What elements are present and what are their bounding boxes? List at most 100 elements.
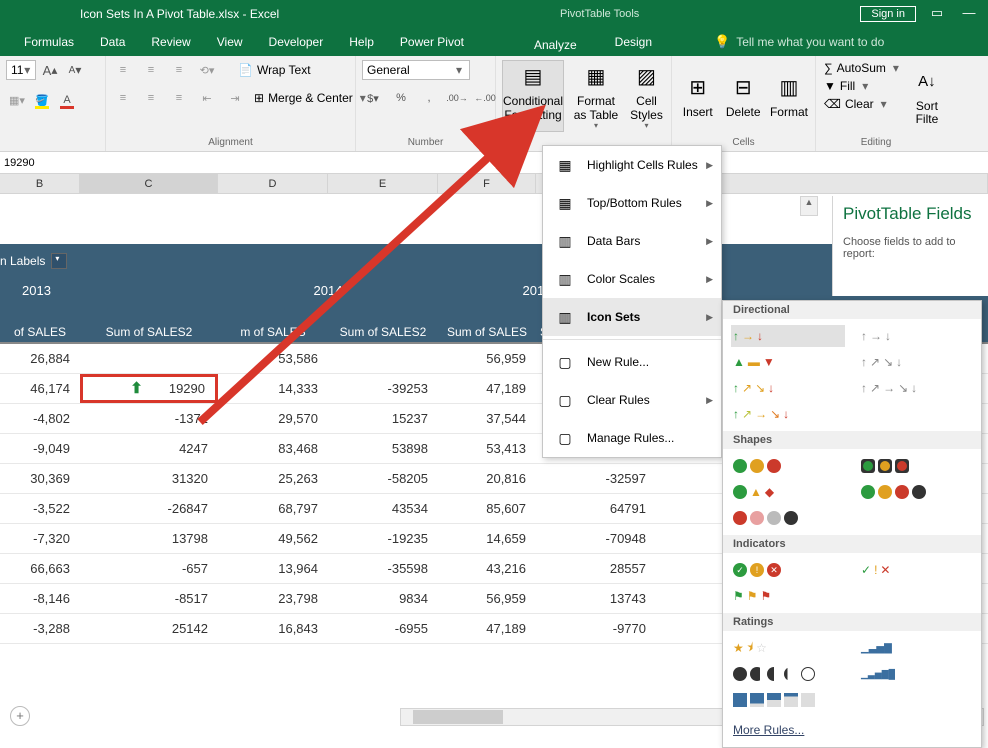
comma-icon[interactable]: , <box>418 88 440 108</box>
percent-icon[interactable]: % <box>390 88 412 108</box>
border-icon[interactable]: ▦▾ <box>6 90 28 110</box>
new-sheet-button[interactable]: + <box>10 706 30 726</box>
tell-me[interactable]: 💡Tell me what you want to do <box>714 34 884 50</box>
cell[interactable]: 26,884 <box>0 344 80 373</box>
cf-manage-rules[interactable]: ▢Manage Rules... <box>543 419 721 457</box>
hscroll-thumb[interactable] <box>413 710 503 724</box>
align-top-icon[interactable]: ≡ <box>112 60 134 80</box>
font-color-icon[interactable]: A <box>56 90 78 110</box>
cell[interactable]: -9770 <box>536 614 656 643</box>
formula-value[interactable]: 19290 <box>0 157 988 169</box>
cell[interactable]: 25,263 <box>218 464 328 493</box>
cell[interactable]: 53,413 <box>438 434 536 463</box>
number-format-box[interactable]: General▾ <box>362 60 470 80</box>
cell[interactable]: -19235 <box>328 524 438 553</box>
cell[interactable]: 85,607 <box>438 494 536 523</box>
minimize-icon[interactable]: — <box>958 5 980 23</box>
fill-color-icon[interactable]: 🪣 <box>31 90 53 110</box>
cell[interactable]: 49,562 <box>218 524 328 553</box>
cell[interactable]: -9,049 <box>0 434 80 463</box>
sort-filter-button[interactable]: A↓Sort Filte <box>910 60 944 132</box>
cell[interactable]: 28557 <box>536 554 656 583</box>
accounting-icon[interactable]: $▾ <box>362 88 384 108</box>
ribbon-display-icon[interactable]: ▭ <box>926 5 948 23</box>
cell[interactable]: 56,959 <box>438 344 536 373</box>
colhdr-b[interactable]: B <box>0 174 80 193</box>
align-left-icon[interactable]: ≡ <box>112 88 134 108</box>
cell[interactable]: ⬆19290 <box>80 374 218 403</box>
cell[interactable]: 29,570 <box>218 404 328 433</box>
cell[interactable]: 47,189 <box>438 374 536 403</box>
indent-dec-icon[interactable]: ⇤ <box>196 88 218 108</box>
cell-styles-button[interactable]: ▨ Cell Styles▾ <box>628 60 665 132</box>
cell[interactable]: -26847 <box>80 494 218 523</box>
tab-data[interactable]: Data <box>100 35 125 49</box>
cell[interactable]: 64791 <box>536 494 656 523</box>
cell[interactable]: -58205 <box>328 464 438 493</box>
cell[interactable]: 53898 <box>328 434 438 463</box>
vertical-scrollbar[interactable]: ▲ <box>800 196 818 216</box>
iconset-4arrows-color[interactable]: ↑↗↘↓ <box>731 377 845 399</box>
cell[interactable]: 43534 <box>328 494 438 523</box>
colhdr-c[interactable]: C <box>80 174 218 193</box>
tab-developer[interactable]: Developer <box>269 35 324 49</box>
iconset-5ratings-bars[interactable]: ▁▃▅▇█ <box>859 663 973 685</box>
iconset-3stars[interactable]: ★⯨☆ <box>731 637 845 659</box>
scroll-up-icon[interactable]: ▲ <box>801 197 817 207</box>
iconset-5quarters[interactable] <box>731 663 845 685</box>
cell[interactable]: -4,802 <box>0 404 80 433</box>
increase-decimal-icon[interactable]: .00→ <box>446 88 468 108</box>
iconset-3signs[interactable]: ▲◆ <box>731 481 845 503</box>
cell[interactable]: -35598 <box>328 554 438 583</box>
cell[interactable]: 9834 <box>328 584 438 613</box>
iconset-3trafficlights[interactable] <box>731 455 845 477</box>
cell[interactable]: 43,216 <box>438 554 536 583</box>
autosum-button[interactable]: ∑AutoSum▾ <box>822 60 904 76</box>
cell[interactable]: 15237 <box>328 404 438 433</box>
cell[interactable]: -8517 <box>80 584 218 613</box>
iconset-3symbols-circled[interactable]: ✓!✕ <box>731 559 845 581</box>
cell[interactable]: -6955 <box>328 614 438 643</box>
sign-in-button[interactable]: Sign in <box>860 6 916 22</box>
merge-center-button[interactable]: ⊞Merge & Center▾ <box>252 90 371 106</box>
cell[interactable]: 30,369 <box>0 464 80 493</box>
cell[interactable]: -3,522 <box>0 494 80 523</box>
iconset-3arrows-gray[interactable]: ↑→↓ <box>859 325 973 347</box>
align-right-icon[interactable]: ≡ <box>168 88 190 108</box>
insert-button[interactable]: ⊞Insert <box>678 60 717 132</box>
cell[interactable]: 46,174 <box>0 374 80 403</box>
cell[interactable]: 31320 <box>80 464 218 493</box>
cell[interactable]: -32597 <box>536 464 656 493</box>
cell[interactable]: 16,843 <box>218 614 328 643</box>
tab-view[interactable]: View <box>217 35 243 49</box>
tab-analyze[interactable]: Analyze <box>522 34 589 56</box>
cell[interactable]: 47,189 <box>438 614 536 643</box>
cell[interactable] <box>80 344 218 373</box>
iconset-3triangles[interactable]: ▲▬▼ <box>731 351 845 373</box>
align-center-icon[interactable]: ≡ <box>140 88 162 108</box>
colhdr-d[interactable]: D <box>218 174 328 193</box>
cell[interactable]: -657 <box>80 554 218 583</box>
tab-formulas[interactable]: Formulas <box>24 35 74 49</box>
iconset-3symbols[interactable]: ✓!✕ <box>859 559 973 581</box>
cf-clear-rules[interactable]: ▢Clear Rules▶ <box>543 381 721 419</box>
cf-icon-sets[interactable]: ▥Icon Sets▶ <box>543 298 721 336</box>
orientation-icon[interactable]: ⟲▾ <box>196 60 218 80</box>
cell[interactable]: 14,659 <box>438 524 536 553</box>
iconset-4ratings-bars[interactable]: ▁▃▅▇ <box>859 637 973 659</box>
cell[interactable]: 20,816 <box>438 464 536 493</box>
tab-design[interactable]: Design <box>615 35 652 49</box>
iconset-3flags[interactable]: ⚑⚑⚑ <box>731 585 845 607</box>
cf-top-bottom[interactable]: ▦Top/Bottom Rules▶ <box>543 184 721 222</box>
format-button[interactable]: ▥Format <box>769 60 809 132</box>
iconset-4arrows-gray[interactable]: ↑↗↘↓ <box>859 351 973 373</box>
iconset-redtoblack[interactable] <box>731 507 845 529</box>
iconsets-more-rules[interactable]: More Rules... <box>723 717 981 743</box>
cell[interactable]: 25142 <box>80 614 218 643</box>
cell[interactable]: 56,959 <box>438 584 536 613</box>
cell[interactable]: -70948 <box>536 524 656 553</box>
tab-powerpivot[interactable]: Power Pivot <box>400 35 464 49</box>
iconset-5arrows-gray[interactable]: ↑↗→↘↓ <box>859 377 973 399</box>
cell[interactable]: 14,333 <box>218 374 328 403</box>
decrease-decimal-icon[interactable]: ←.00 <box>474 88 496 108</box>
